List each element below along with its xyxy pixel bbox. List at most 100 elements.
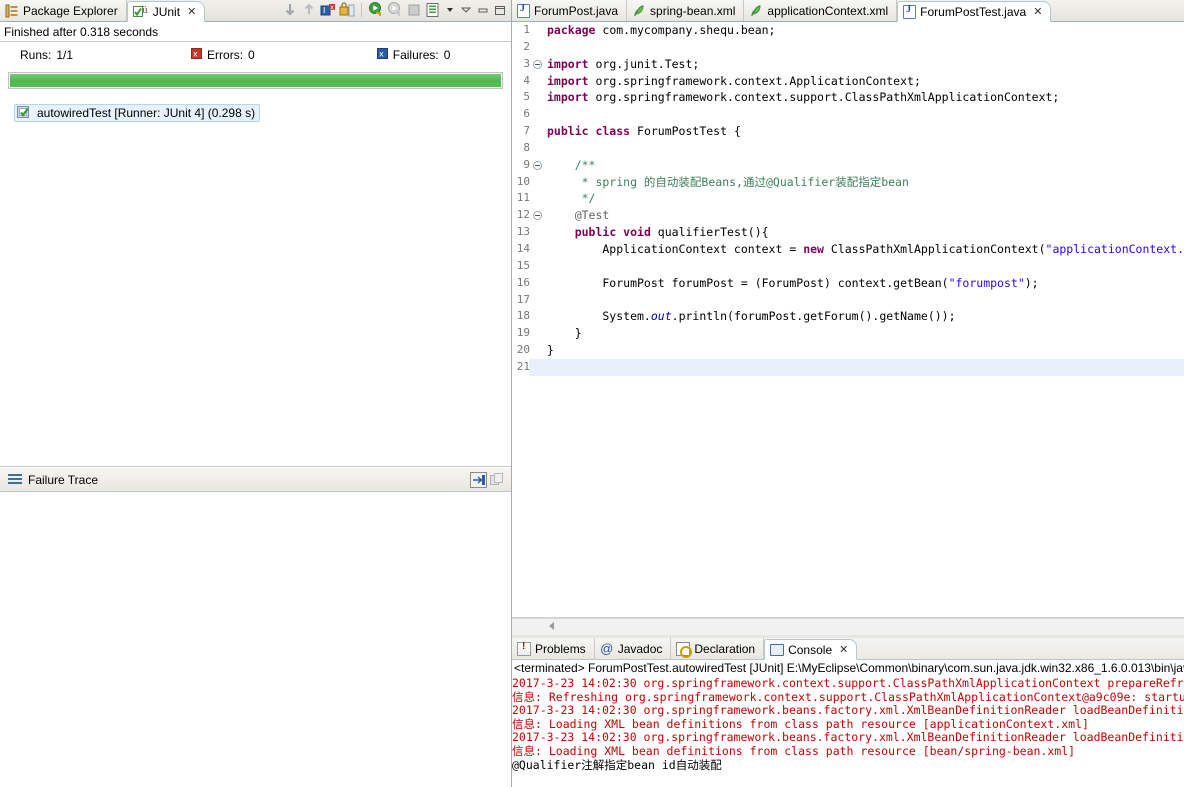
code-line: 18 System.out.println(forumPost.getForum…: [517, 308, 1184, 325]
javadoc-icon: @: [600, 640, 614, 656]
line-number: 18: [516, 309, 530, 323]
maximize-icon[interactable]: [476, 2, 490, 18]
tab-declaration[interactable]: Declaration: [671, 638, 765, 659]
junit-view: Package Explorer ü JUnit ✕ I x Finished …: [0, 0, 512, 787]
fold-collapse-icon[interactable]: [533, 211, 542, 221]
fold-collapse-icon[interactable]: [533, 160, 542, 170]
list-item[interactable]: autowiredTest [Runner: JUnit 4] (0.298 s…: [14, 104, 261, 122]
tab-spring-bean-xml-label: spring-bean.xml: [650, 3, 736, 18]
line-number: 15: [516, 258, 530, 272]
test-run-history-icon[interactable]: [425, 2, 441, 18]
junit-view-tab-list: Package Explorer ü JUnit ✕: [0, 0, 206, 22]
tab-forumpost-java-label: ForumPost.java: [534, 3, 619, 18]
tab-applicationcontext-xml[interactable]: applicationContext.xml: [744, 0, 898, 21]
console-line: 信息: Refreshing org.springframework.conte…: [512, 689, 1184, 704]
tab-forumposttest-java-label: ForumPostTest.java: [920, 4, 1027, 19]
console-icon: [770, 643, 785, 656]
console-output[interactable]: <terminated> ForumPostTest.autowiredTest…: [512, 660, 1184, 787]
svg-text:x: x: [193, 50, 198, 59]
line-number: 10: [516, 174, 530, 188]
test-node-label: autowiredTest [Runner: JUnit 4] (0.298 s…: [37, 106, 256, 120]
rerun-test-failures-icon[interactable]: [387, 2, 403, 18]
tab-forumpost-java[interactable]: ForumPost.java: [512, 0, 628, 21]
restore-icon[interactable]: [493, 2, 507, 18]
line-number: 7: [523, 124, 530, 138]
tab-spring-bean-xml[interactable]: spring-bean.xml: [627, 0, 745, 21]
minimize-icon[interactable]: [459, 2, 473, 18]
junit-status-line: Finished after 0.318 seconds: [0, 22, 511, 42]
editor-horizontal-scrollbar[interactable]: [512, 618, 1184, 635]
tab-console[interactable]: Console ✕: [764, 639, 858, 660]
junit-progress-bar: [0, 68, 511, 94]
code-line: 8: [523, 140, 1184, 157]
failure-trace-icon: [8, 474, 22, 485]
svg-text:x: x: [330, 4, 334, 12]
code-line: 14 ApplicationContext context = new Clas…: [517, 241, 1184, 258]
close-icon[interactable]: ✕: [839, 643, 848, 656]
close-icon[interactable]: ✕: [187, 5, 196, 18]
tab-javadoc[interactable]: @ Javadoc: [594, 638, 672, 659]
line-number: 11: [516, 191, 530, 205]
next-failure-icon[interactable]: [282, 2, 298, 18]
failures-counter: x Failures: 0: [376, 48, 450, 62]
code-text: }: [547, 326, 582, 341]
tab-package-explorer[interactable]: Package Explorer: [0, 0, 127, 21]
line-number: 12: [516, 208, 530, 222]
java-file-icon: [517, 3, 530, 18]
svg-text:I: I: [323, 6, 325, 15]
error-marker-icon: x: [191, 48, 203, 62]
console-line: 信息: Loading XML bean definitions from cl…: [512, 743, 1076, 758]
code-line: 15: [517, 258, 1184, 275]
code-text: public void qualifierTest(){: [574, 225, 769, 240]
bottom-panel-tabstrip: Problems @ Javadoc Declaration Console ✕: [512, 638, 1184, 660]
line-number: 14: [516, 241, 530, 255]
line-number: 8: [523, 140, 530, 154]
toolbar-separator: [361, 3, 362, 17]
java-source-editor[interactable]: 1 package com.mycompany.shequ.bean; 2 3 impo…: [512, 22, 1184, 618]
junit-test-tree[interactable]: autowiredTest [Runner: JUnit 4] (0.298 s…: [0, 101, 511, 467]
code-line: 10 * spring 的自动装配Beans,通过@Qualifier装配指定b…: [517, 174, 1184, 191]
line-number: 1: [523, 23, 530, 36]
code-line: 16 ForumPost forumPost = (ForumPost) con…: [517, 275, 1184, 292]
failure-trace-header: Failure Trace: [0, 467, 511, 492]
errors-value: 0: [248, 48, 255, 62]
failure-trace-content[interactable]: [0, 493, 511, 787]
scroll-left-arrow-icon[interactable]: [549, 622, 554, 630]
rerun-test-icon[interactable]: [368, 2, 384, 18]
code-line: 13 public void qualifierTest(){: [517, 224, 1184, 241]
errors-label: Errors:: [207, 48, 244, 62]
code-text: ApplicationContext context = new ClassPa…: [547, 241, 1184, 256]
line-number: 20: [516, 343, 530, 357]
failure-trace-buttons: [470, 471, 511, 488]
code-line: 21: [517, 358, 1184, 376]
line-number: 17: [516, 292, 530, 306]
console-line: 信息: Loading XML bean definitions from cl…: [512, 716, 1089, 731]
copy-trace-icon[interactable]: [489, 472, 505, 488]
fold-collapse-icon[interactable]: [533, 59, 542, 69]
code-text: */: [547, 191, 596, 206]
console-log-lines: 2017-3-23 14:02:30 org.springframework.c…: [512, 676, 1184, 772]
editor-tabstrip: ForumPost.java spring-bean.xml: [512, 0, 1184, 22]
runs-value: 1/1: [56, 48, 74, 62]
view-menu-chevron-icon[interactable]: [444, 2, 456, 18]
tab-junit[interactable]: ü JUnit ✕: [126, 1, 206, 22]
stop-icon[interactable]: [406, 2, 422, 18]
svg-text:x: x: [379, 50, 384, 59]
lock-scroll-icon[interactable]: [339, 2, 355, 18]
previous-failure-icon[interactable]: [301, 2, 317, 18]
junit-counters: Runs: 1/1 x Errors: 0 x Failures: 0: [0, 42, 511, 68]
source-code[interactable]: 1 package com.mycompany.shequ.bean; 2 3 impo…: [517, 22, 1184, 617]
close-icon[interactable]: ✕: [1033, 5, 1042, 18]
tab-forumposttest-java[interactable]: ForumPostTest.java ✕: [897, 1, 1052, 22]
compare-result-icon[interactable]: [470, 471, 487, 488]
tab-declaration-label: Declaration: [694, 641, 756, 656]
editor-area: ForumPost.java spring-bean.xml: [512, 0, 1184, 787]
svg-text:ü: ü: [142, 6, 148, 16]
tab-javadoc-label: Javadoc: [617, 641, 663, 656]
junit-view-toolbar: I x: [282, 0, 511, 21]
code-line: 17: [517, 292, 1184, 309]
progress-fill: [10, 74, 501, 87]
line-number: 9: [523, 157, 530, 171]
tab-problems[interactable]: Problems: [512, 638, 595, 659]
show-failures-only-icon[interactable]: I x: [320, 2, 336, 18]
